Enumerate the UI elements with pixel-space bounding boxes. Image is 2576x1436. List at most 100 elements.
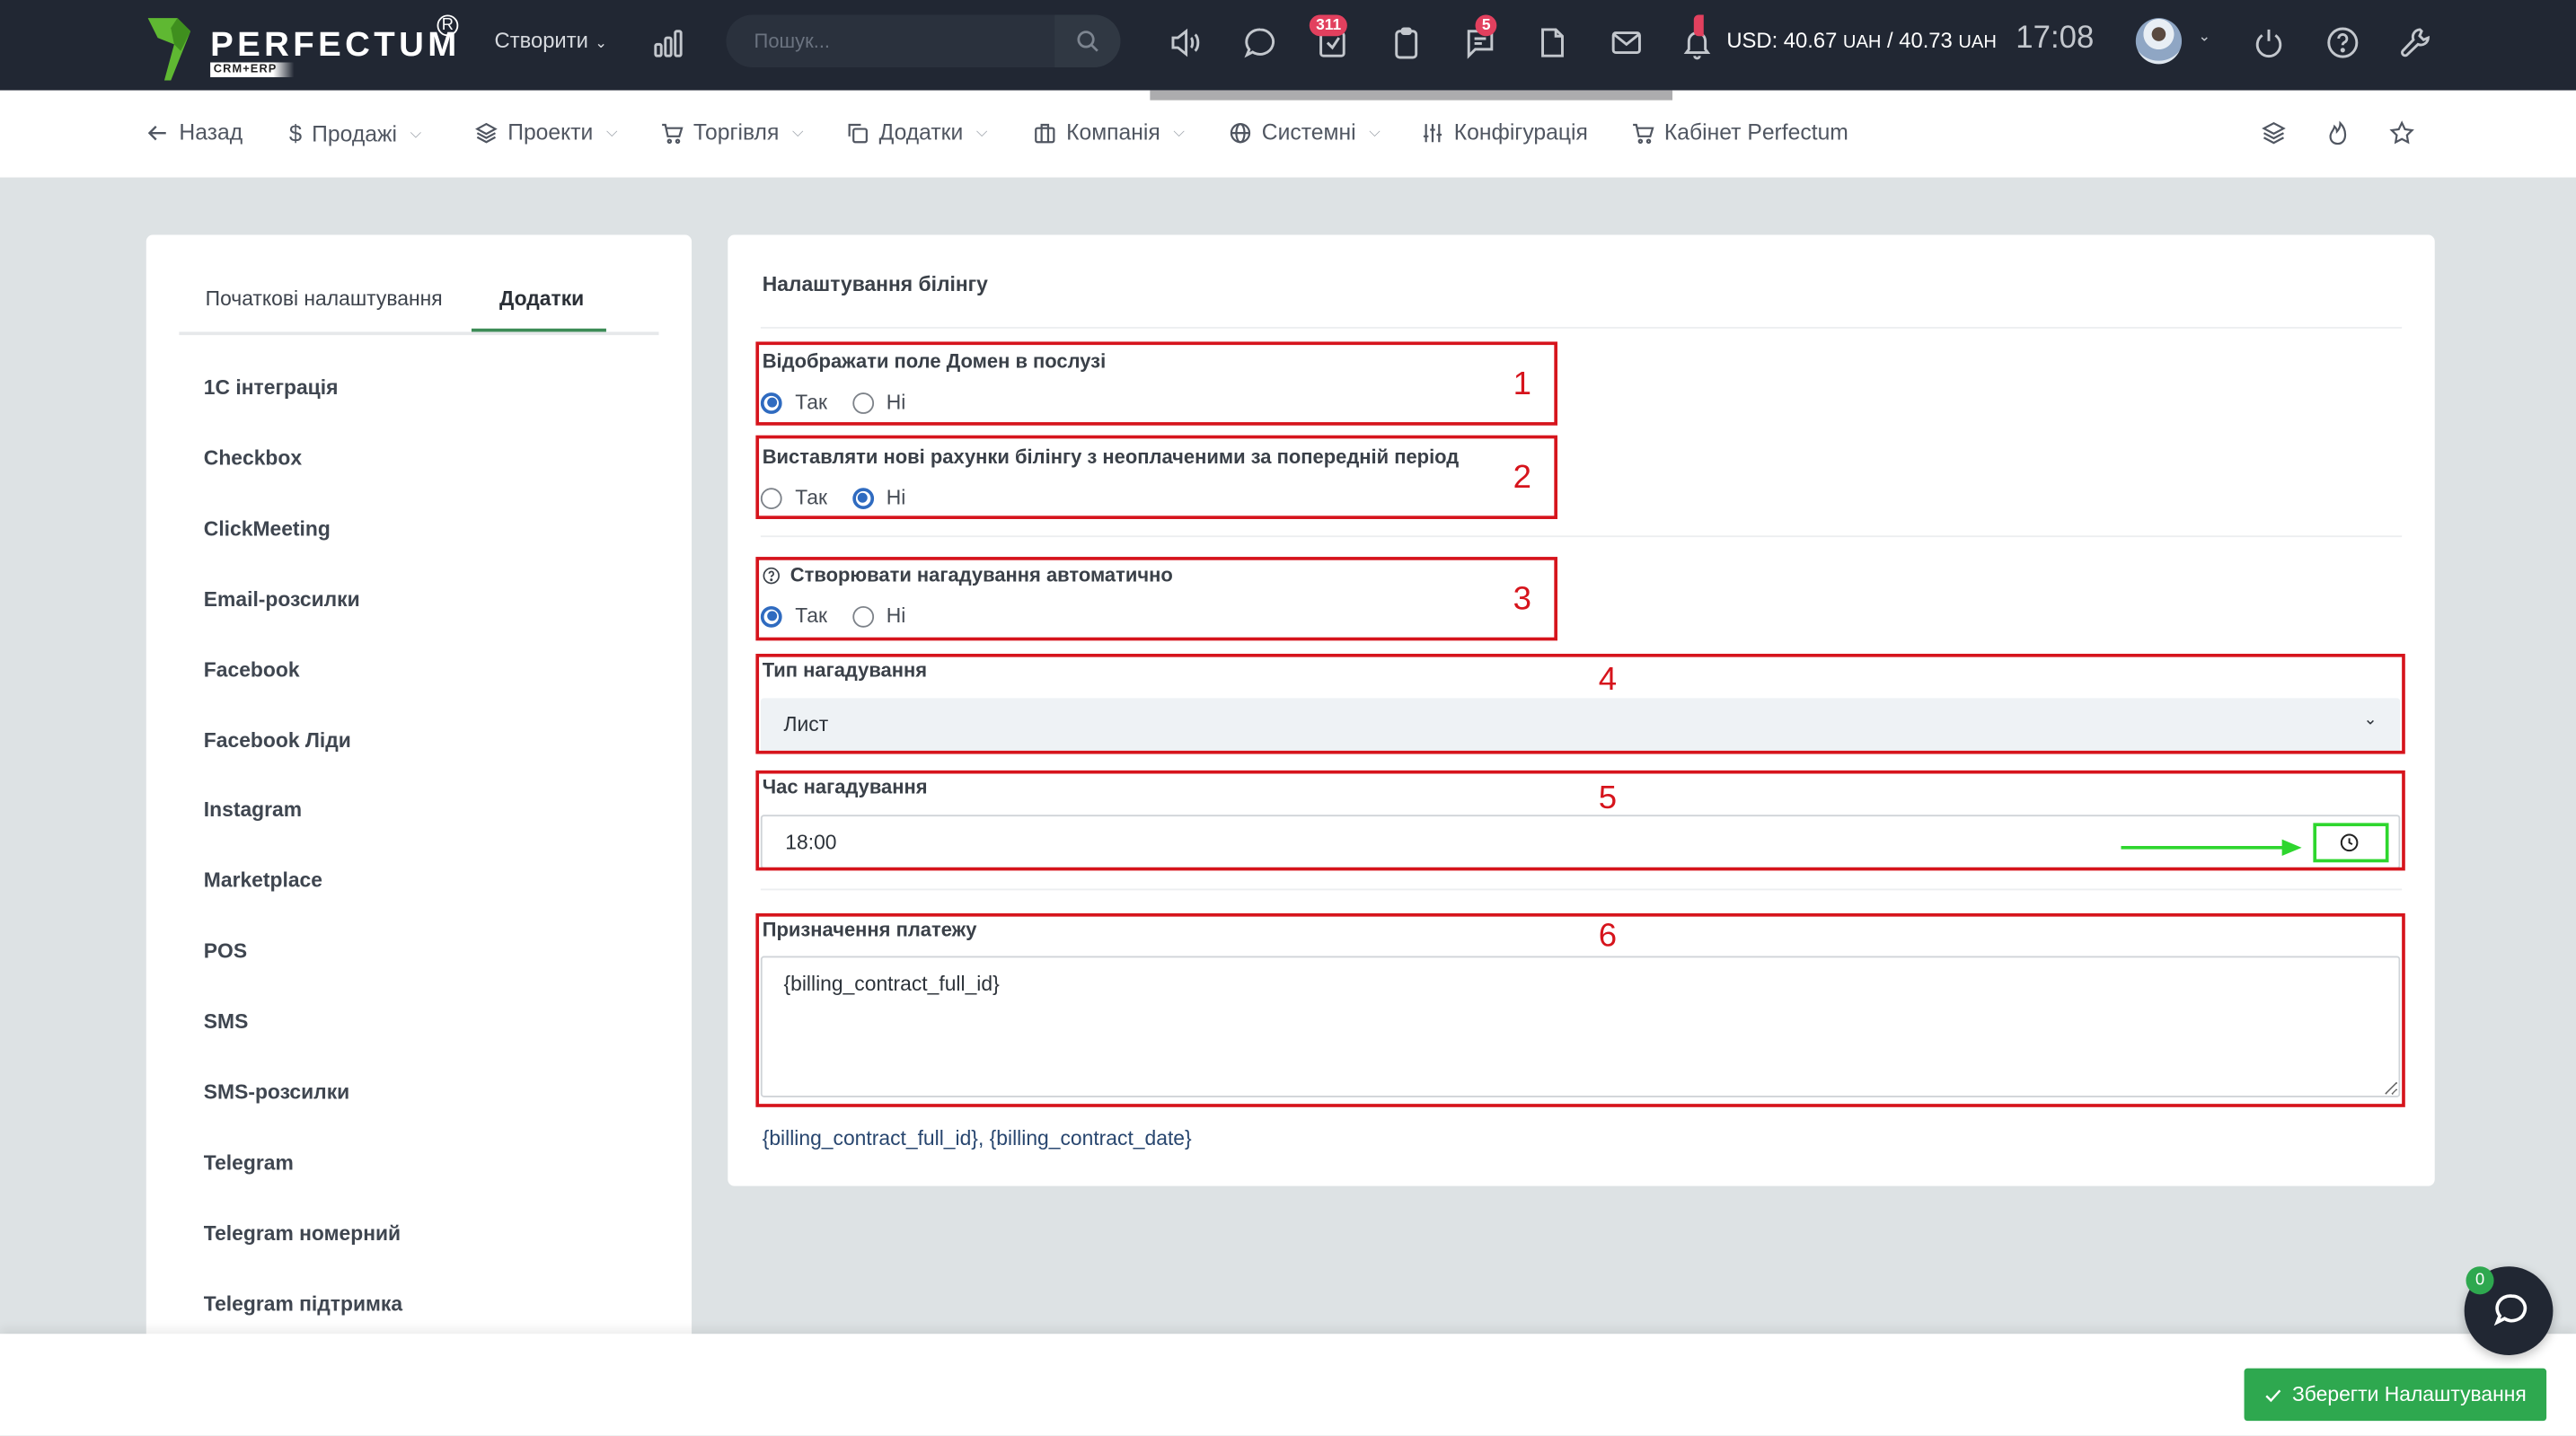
copy-icon [848, 122, 868, 143]
nav-company[interactable]: Компанія ⌵ [1034, 120, 1185, 145]
chat-badge: 0 [2466, 1266, 2494, 1295]
nav-projects[interactable]: Проекти ⌵ [475, 119, 618, 145]
annotation-box-5 [755, 770, 2405, 871]
sidebar-item[interactable]: Telegram підтримка [204, 1292, 402, 1316]
currency-sell: / 40.73 [1881, 28, 1959, 53]
currency-usd: USD: 40.67 [1726, 28, 1843, 53]
sidebar-item[interactable]: Facebook Ліди [204, 728, 351, 752]
sidebar-item[interactable]: ClickMeeting [204, 517, 331, 541]
sidebar-item[interactable]: Telegram номерний [204, 1221, 401, 1245]
chat-bubble-icon [2493, 1294, 2527, 1326]
chat-bubble-icon[interactable] [1242, 24, 1278, 60]
mail-icon[interactable] [1609, 24, 1645, 60]
power-icon[interactable] [2251, 24, 2287, 60]
annotation-number-3: 3 [1513, 581, 1531, 618]
sidebar-item[interactable]: Marketplace [204, 869, 322, 893]
search-box [726, 14, 1121, 67]
currency-unit: UAH [1958, 32, 1997, 53]
logo[interactable]: PERFECTUM R CRM+ERP [147, 12, 461, 81]
save-settings-label: Зберегти Налаштування [2291, 1383, 2527, 1406]
template-variables-hint: {billing_contract_full_id}, {billing_con… [762, 1126, 1192, 1150]
volume-icon[interactable] [1168, 24, 1204, 60]
wrench-icon[interactable] [2397, 24, 2433, 60]
sidebar-item[interactable]: 1С інтеграція [204, 376, 339, 400]
active-tab-indicator [471, 328, 606, 332]
nav-label: Торгівля [693, 119, 780, 145]
sidebar-item[interactable]: Instagram [204, 799, 302, 823]
billing-settings-panel: Налаштування білінгу Відображати поле До… [728, 234, 2435, 1186]
nav-system[interactable]: Системні ⌵ [1229, 120, 1381, 145]
dollar-icon: $ [288, 119, 303, 146]
secondary-nav: Назад $ Продажі ⌵ Проекти ⌵ Торгівля ⌵ Дода… [0, 90, 2576, 178]
annotation-box-3 [755, 557, 1557, 641]
footer-bar: Зберегти Налаштування [0, 1334, 2576, 1436]
annotation-number-2: 2 [1513, 460, 1531, 497]
logo-subtitle: CRM+ERP [210, 62, 294, 77]
search-input[interactable] [726, 14, 1055, 67]
fire-icon[interactable] [2325, 120, 2351, 146]
annotation-box-6 [755, 912, 2405, 1107]
sidebar-item[interactable]: Facebook [204, 658, 300, 682]
bell-alert-dot [1693, 14, 1704, 37]
logo-wordmark: PERFECTUM [210, 26, 461, 65]
document-icon[interactable] [1534, 24, 1570, 60]
sidebar-item[interactable]: Email-розсилки [204, 587, 360, 611]
sliders-icon [1423, 123, 1442, 142]
chevron-down-icon: ⌵ [605, 123, 618, 140]
chevron-down-icon: ⌵ [410, 124, 422, 141]
nav-label: Кабінет Perfectum [1663, 119, 1848, 145]
annotation-box-2 [755, 435, 1557, 519]
sidebar-tabs: Початкові налаштування Додатки [179, 268, 659, 336]
nav-label: Продажі [312, 120, 397, 145]
nav-configuration[interactable]: Конфігурація [1421, 120, 1588, 145]
check-icon [2265, 1388, 2281, 1402]
stats-bars-icon[interactable] [652, 26, 685, 59]
sidebar-item[interactable]: SMS-розсилки [204, 1081, 349, 1105]
annotation-number-6: 6 [1598, 918, 1618, 955]
layers-icon [475, 121, 498, 143]
sidebar-item[interactable]: POS [204, 940, 247, 964]
nav-perfectum-cabinet[interactable]: Кабінет Perfectum [1631, 120, 1848, 145]
chevron-down-icon: ⌵ [1173, 123, 1185, 140]
annotation-number-5: 5 [1598, 780, 1618, 817]
annotation-number-4: 4 [1598, 662, 1618, 699]
star-icon[interactable] [2389, 120, 2415, 146]
nav-addons[interactable]: Додатки ⌵ [846, 120, 987, 145]
chevron-down-icon: ⌵ [791, 123, 804, 140]
nav-sales[interactable]: $ Продажі ⌵ [289, 120, 421, 146]
search-button[interactable] [1054, 14, 1121, 67]
sidebar-item[interactable]: Telegram [204, 1151, 294, 1175]
annotation-number-1: 1 [1513, 366, 1531, 403]
search-icon [1077, 31, 1098, 52]
tab-initial-settings[interactable]: Початкові налаштування [206, 287, 443, 311]
registered-mark: R [437, 14, 459, 37]
nav-back[interactable]: Назад [146, 120, 243, 145]
sidebar-item[interactable]: Checkbox [204, 446, 302, 470]
nav-trade[interactable]: Торгівля ⌵ [660, 120, 803, 145]
cart-icon [1633, 122, 1654, 144]
clipboard-icon[interactable] [1389, 24, 1425, 60]
nav-label: Проекти [507, 119, 594, 145]
clock-time: 17:08 [2016, 21, 2095, 57]
tab-addons[interactable]: Додатки [499, 287, 584, 311]
help-icon[interactable] [2325, 24, 2360, 60]
nav-label: Назад [179, 119, 243, 145]
section-title: Налаштування білінгу [762, 272, 988, 296]
divider [760, 888, 2403, 891]
building-icon [1035, 122, 1055, 143]
create-menu-button[interactable]: Створити ⌄ [495, 28, 607, 52]
layers-icon[interactable] [2261, 120, 2287, 146]
annotation-box-1 [755, 341, 1557, 426]
chevron-down-icon: ⌄ [595, 34, 608, 51]
top-header: PERFECTUM R CRM+ERP Створити ⌄ 311 [0, 0, 2576, 91]
chevron-down-icon[interactable]: ⌄ [2198, 30, 2210, 46]
sidebar-item[interactable]: SMS [204, 1010, 249, 1034]
annotation-box-4 [755, 653, 2405, 754]
avatar[interactable] [2135, 18, 2183, 65]
nav-label: Компанія [1066, 119, 1160, 145]
nav-label: Системні [1261, 119, 1356, 145]
nav-label: Конфігурація [1453, 119, 1588, 145]
currency-unit: UAH [1842, 32, 1882, 53]
save-settings-button[interactable]: Зберегти Налаштування [2244, 1368, 2547, 1422]
horizontal-scrollbar[interactable] [1150, 90, 1673, 101]
